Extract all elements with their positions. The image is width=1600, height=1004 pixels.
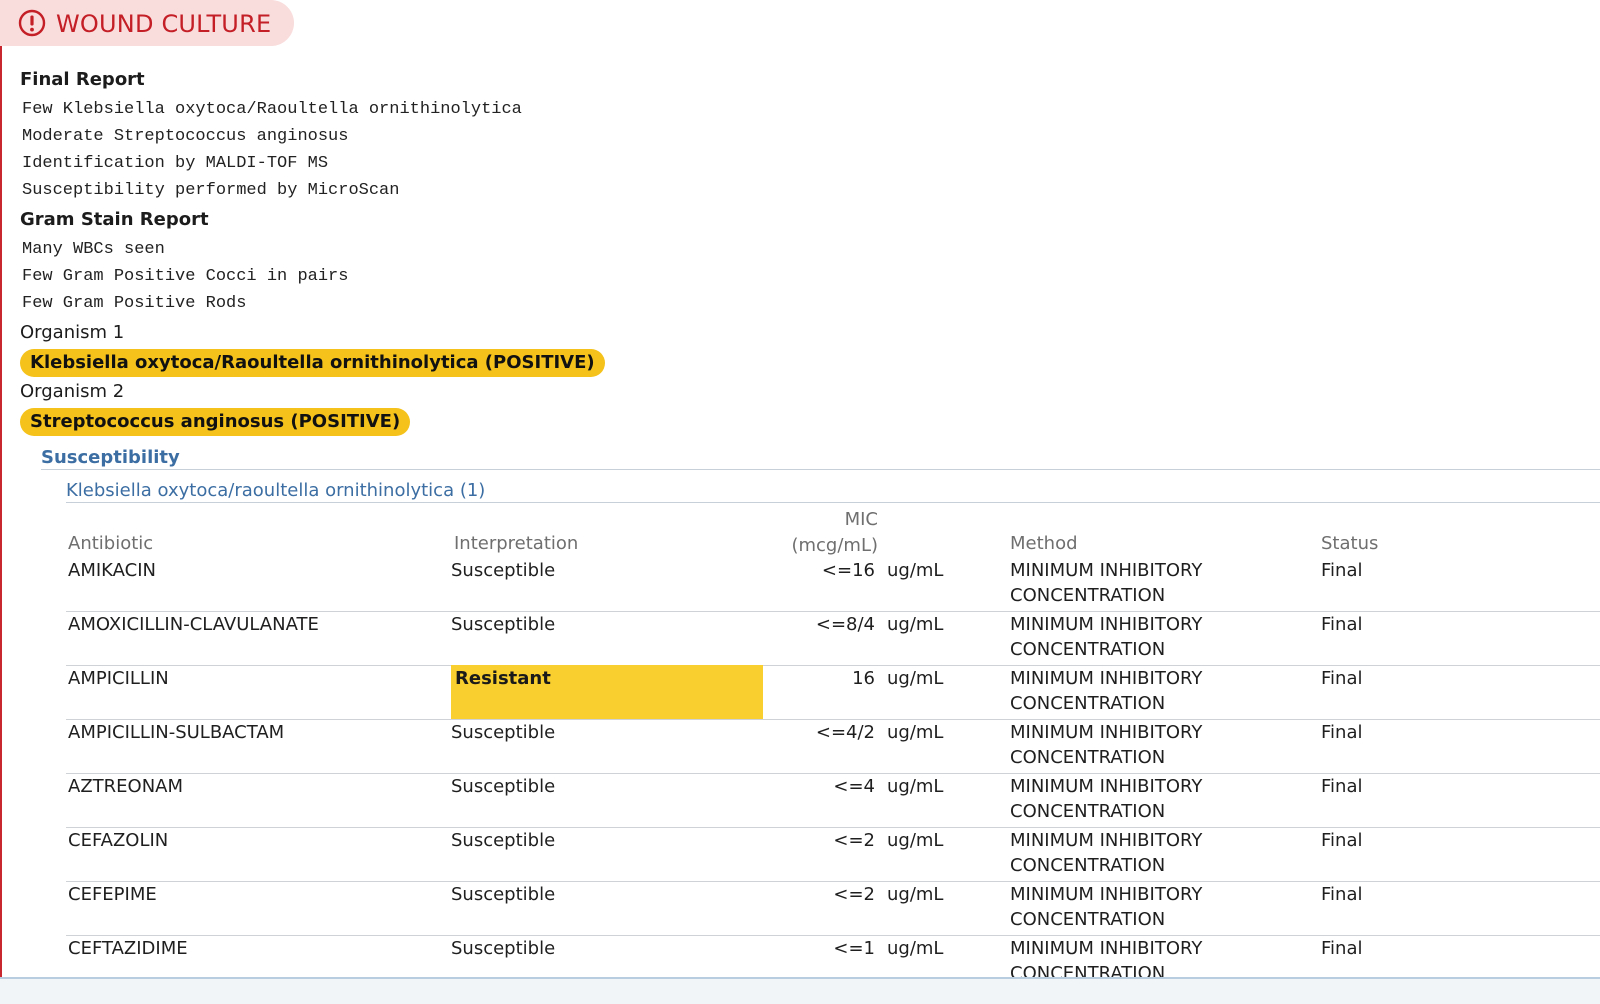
col-header-interpretation: Interpretation <box>454 533 579 554</box>
col-header-mic-line1: MIC <box>844 509 878 530</box>
mic-unit-cell: ug/mL <box>887 722 944 743</box>
method-cell: MINIMUM INHIBITORY CONCENTRATION <box>1010 560 1203 606</box>
status-cell: Final <box>1321 668 1363 689</box>
method-cell: MINIMUM INHIBITORY CONCENTRATION <box>1010 830 1203 876</box>
antibiotic-cell: AZTREONAM <box>68 776 183 797</box>
table-row: AMOXICILLIN-CLAVULANATE Susceptible <=8/… <box>66 611 1600 666</box>
mic-unit-cell: ug/mL <box>887 884 944 905</box>
interpretation-cell: Susceptible <box>451 560 556 581</box>
method-cell: MINIMUM INHIBITORY CONCENTRATION <box>1010 614 1203 660</box>
status-cell: Final <box>1321 614 1363 635</box>
mic-unit-cell: ug/mL <box>887 668 944 689</box>
mic-value-cell: 16 <box>852 668 875 689</box>
antibiotic-cell: CEFEPIME <box>68 884 157 905</box>
antibiotic-cell: CEFTAZIDIME <box>68 938 188 959</box>
mic-value-cell: <=4 <box>833 776 875 797</box>
antibiotic-cell: AMOXICILLIN-CLAVULANATE <box>68 614 319 635</box>
final-report-line: Susceptibility performed by MicroScan <box>22 181 400 200</box>
left-accent-rule <box>0 0 2 978</box>
gram-stain-label: Gram Stain Report <box>20 209 209 230</box>
col-header-mic: MIC (mcg/mL) <box>763 507 878 559</box>
status-cell: Final <box>1321 938 1363 959</box>
culture-title: WOUND CULTURE <box>56 10 272 38</box>
table-row: AZTREONAM Susceptible <=4 ug/mL MINIMUM … <box>66 773 1600 828</box>
antibiotic-cell: CEFAZOLIN <box>68 830 169 851</box>
method-cell: MINIMUM INHIBITORY CONCENTRATION <box>1010 722 1203 768</box>
mic-unit-cell: ug/mL <box>887 614 944 635</box>
alert-circle-icon <box>18 9 46 37</box>
mic-unit-cell: ug/mL <box>887 938 944 959</box>
culture-header[interactable]: WOUND CULTURE <box>0 0 294 46</box>
organism-2-badge[interactable]: Streptococcus anginosus (POSITIVE) <box>20 408 411 436</box>
bottom-panel <box>0 979 1600 1004</box>
susceptibility-organism-heading[interactable]: Klebsiella oxytoca/raoultella ornithinol… <box>66 479 485 503</box>
antibiotic-cell: AMIKACIN <box>68 560 156 581</box>
method-cell: MINIMUM INHIBITORY CONCENTRATION <box>1010 668 1203 714</box>
table-row: AMPICILLIN Resistant 16 ug/mL MINIMUM IN… <box>66 665 1600 720</box>
interpretation-cell-resistant: Resistant <box>451 665 763 719</box>
antibiotic-cell: AMPICILLIN <box>68 668 169 689</box>
final-report-line: Moderate Streptococcus anginosus <box>22 127 349 146</box>
mic-value-cell: <=8/4 <box>815 614 875 635</box>
interpretation-cell: Susceptible <box>451 722 556 743</box>
organism-1-badge[interactable]: Klebsiella oxytoca/Raoultella ornithinol… <box>20 349 605 377</box>
lab-result-view: WOUND CULTURE Final Report Few Klebsiell… <box>0 0 1600 1004</box>
table-row: AMPICILLIN-SULBACTAM Susceptible <=4/2 u… <box>66 719 1600 774</box>
status-cell: Final <box>1321 830 1363 851</box>
status-cell: Final <box>1321 884 1363 905</box>
mic-value-cell: <=4/2 <box>815 722 875 743</box>
gram-stain-line: Few Gram Positive Rods <box>22 294 247 313</box>
col-header-method: Method <box>1010 533 1078 554</box>
interpretation-cell: Susceptible <box>451 614 556 635</box>
status-cell: Final <box>1321 776 1363 797</box>
antibiotic-cell: AMPICILLIN-SULBACTAM <box>68 722 285 743</box>
final-report-line: Few Klebsiella oxytoca/Raoultella ornith… <box>22 100 522 119</box>
interpretation-cell: Susceptible <box>451 884 556 905</box>
susceptibility-divider <box>41 469 1600 470</box>
mic-unit-cell: ug/mL <box>887 560 944 581</box>
mic-value-cell: <=1 <box>833 938 875 959</box>
gram-stain-line: Many WBCs seen <box>22 240 165 259</box>
organism-2-label: Organism 2 <box>20 381 125 402</box>
method-cell: MINIMUM INHIBITORY CONCENTRATION <box>1010 776 1203 822</box>
col-header-status: Status <box>1321 533 1379 554</box>
susceptibility-organism-divider <box>66 502 1600 503</box>
col-header-antibiotic: Antibiotic <box>68 533 154 554</box>
organism-1-label: Organism 1 <box>20 322 125 343</box>
final-report-label: Final Report <box>20 69 145 90</box>
method-cell: MINIMUM INHIBITORY CONCENTRATION <box>1010 884 1203 930</box>
interpretation-cell: Susceptible <box>451 830 556 851</box>
mic-value-cell: <=2 <box>833 830 875 851</box>
gram-stain-line: Few Gram Positive Cocci in pairs <box>22 267 349 286</box>
table-row: CEFEPIME Susceptible <=2 ug/mL MINIMUM I… <box>66 881 1600 936</box>
final-report-line: Identification by MALDI-TOF MS <box>22 154 329 173</box>
mic-unit-cell: ug/mL <box>887 776 944 797</box>
table-row: AMIKACIN Susceptible <=16 ug/mL MINIMUM … <box>66 557 1600 612</box>
table-row: CEFAZOLIN Susceptible <=2 ug/mL MINIMUM … <box>66 827 1600 882</box>
susceptibility-heading[interactable]: Susceptibility <box>41 446 180 470</box>
status-cell: Final <box>1321 722 1363 743</box>
mic-unit-cell: ug/mL <box>887 830 944 851</box>
mic-value-cell: <=16 <box>821 560 875 581</box>
interpretation-cell: Susceptible <box>451 776 556 797</box>
col-header-mic-line2: (mcg/mL) <box>791 535 878 556</box>
interpretation-cell: Susceptible <box>451 938 556 959</box>
status-cell: Final <box>1321 560 1363 581</box>
mic-value-cell: <=2 <box>833 884 875 905</box>
